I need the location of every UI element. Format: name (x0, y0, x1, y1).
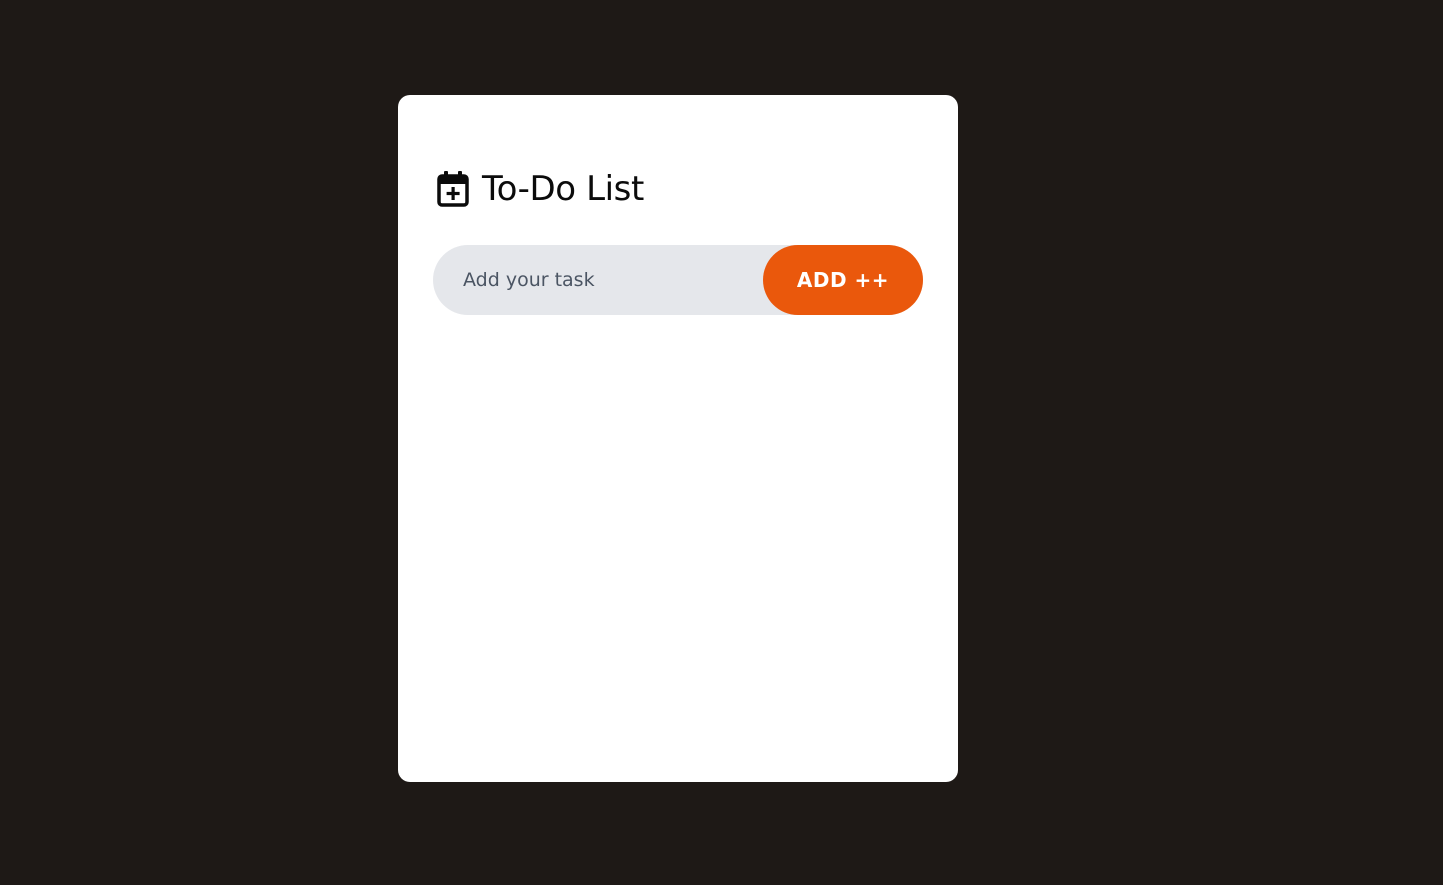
page-title: To-Do List (482, 169, 644, 209)
task-list (433, 345, 923, 745)
add-task-button[interactable]: ADD ++ (763, 245, 923, 315)
task-input-row: ADD ++ (433, 245, 923, 315)
todo-card: To-Do List ADD ++ (398, 95, 958, 782)
task-input[interactable] (433, 245, 773, 315)
calendar-plus-icon (436, 170, 470, 208)
todo-header: To-Do List (436, 167, 644, 211)
